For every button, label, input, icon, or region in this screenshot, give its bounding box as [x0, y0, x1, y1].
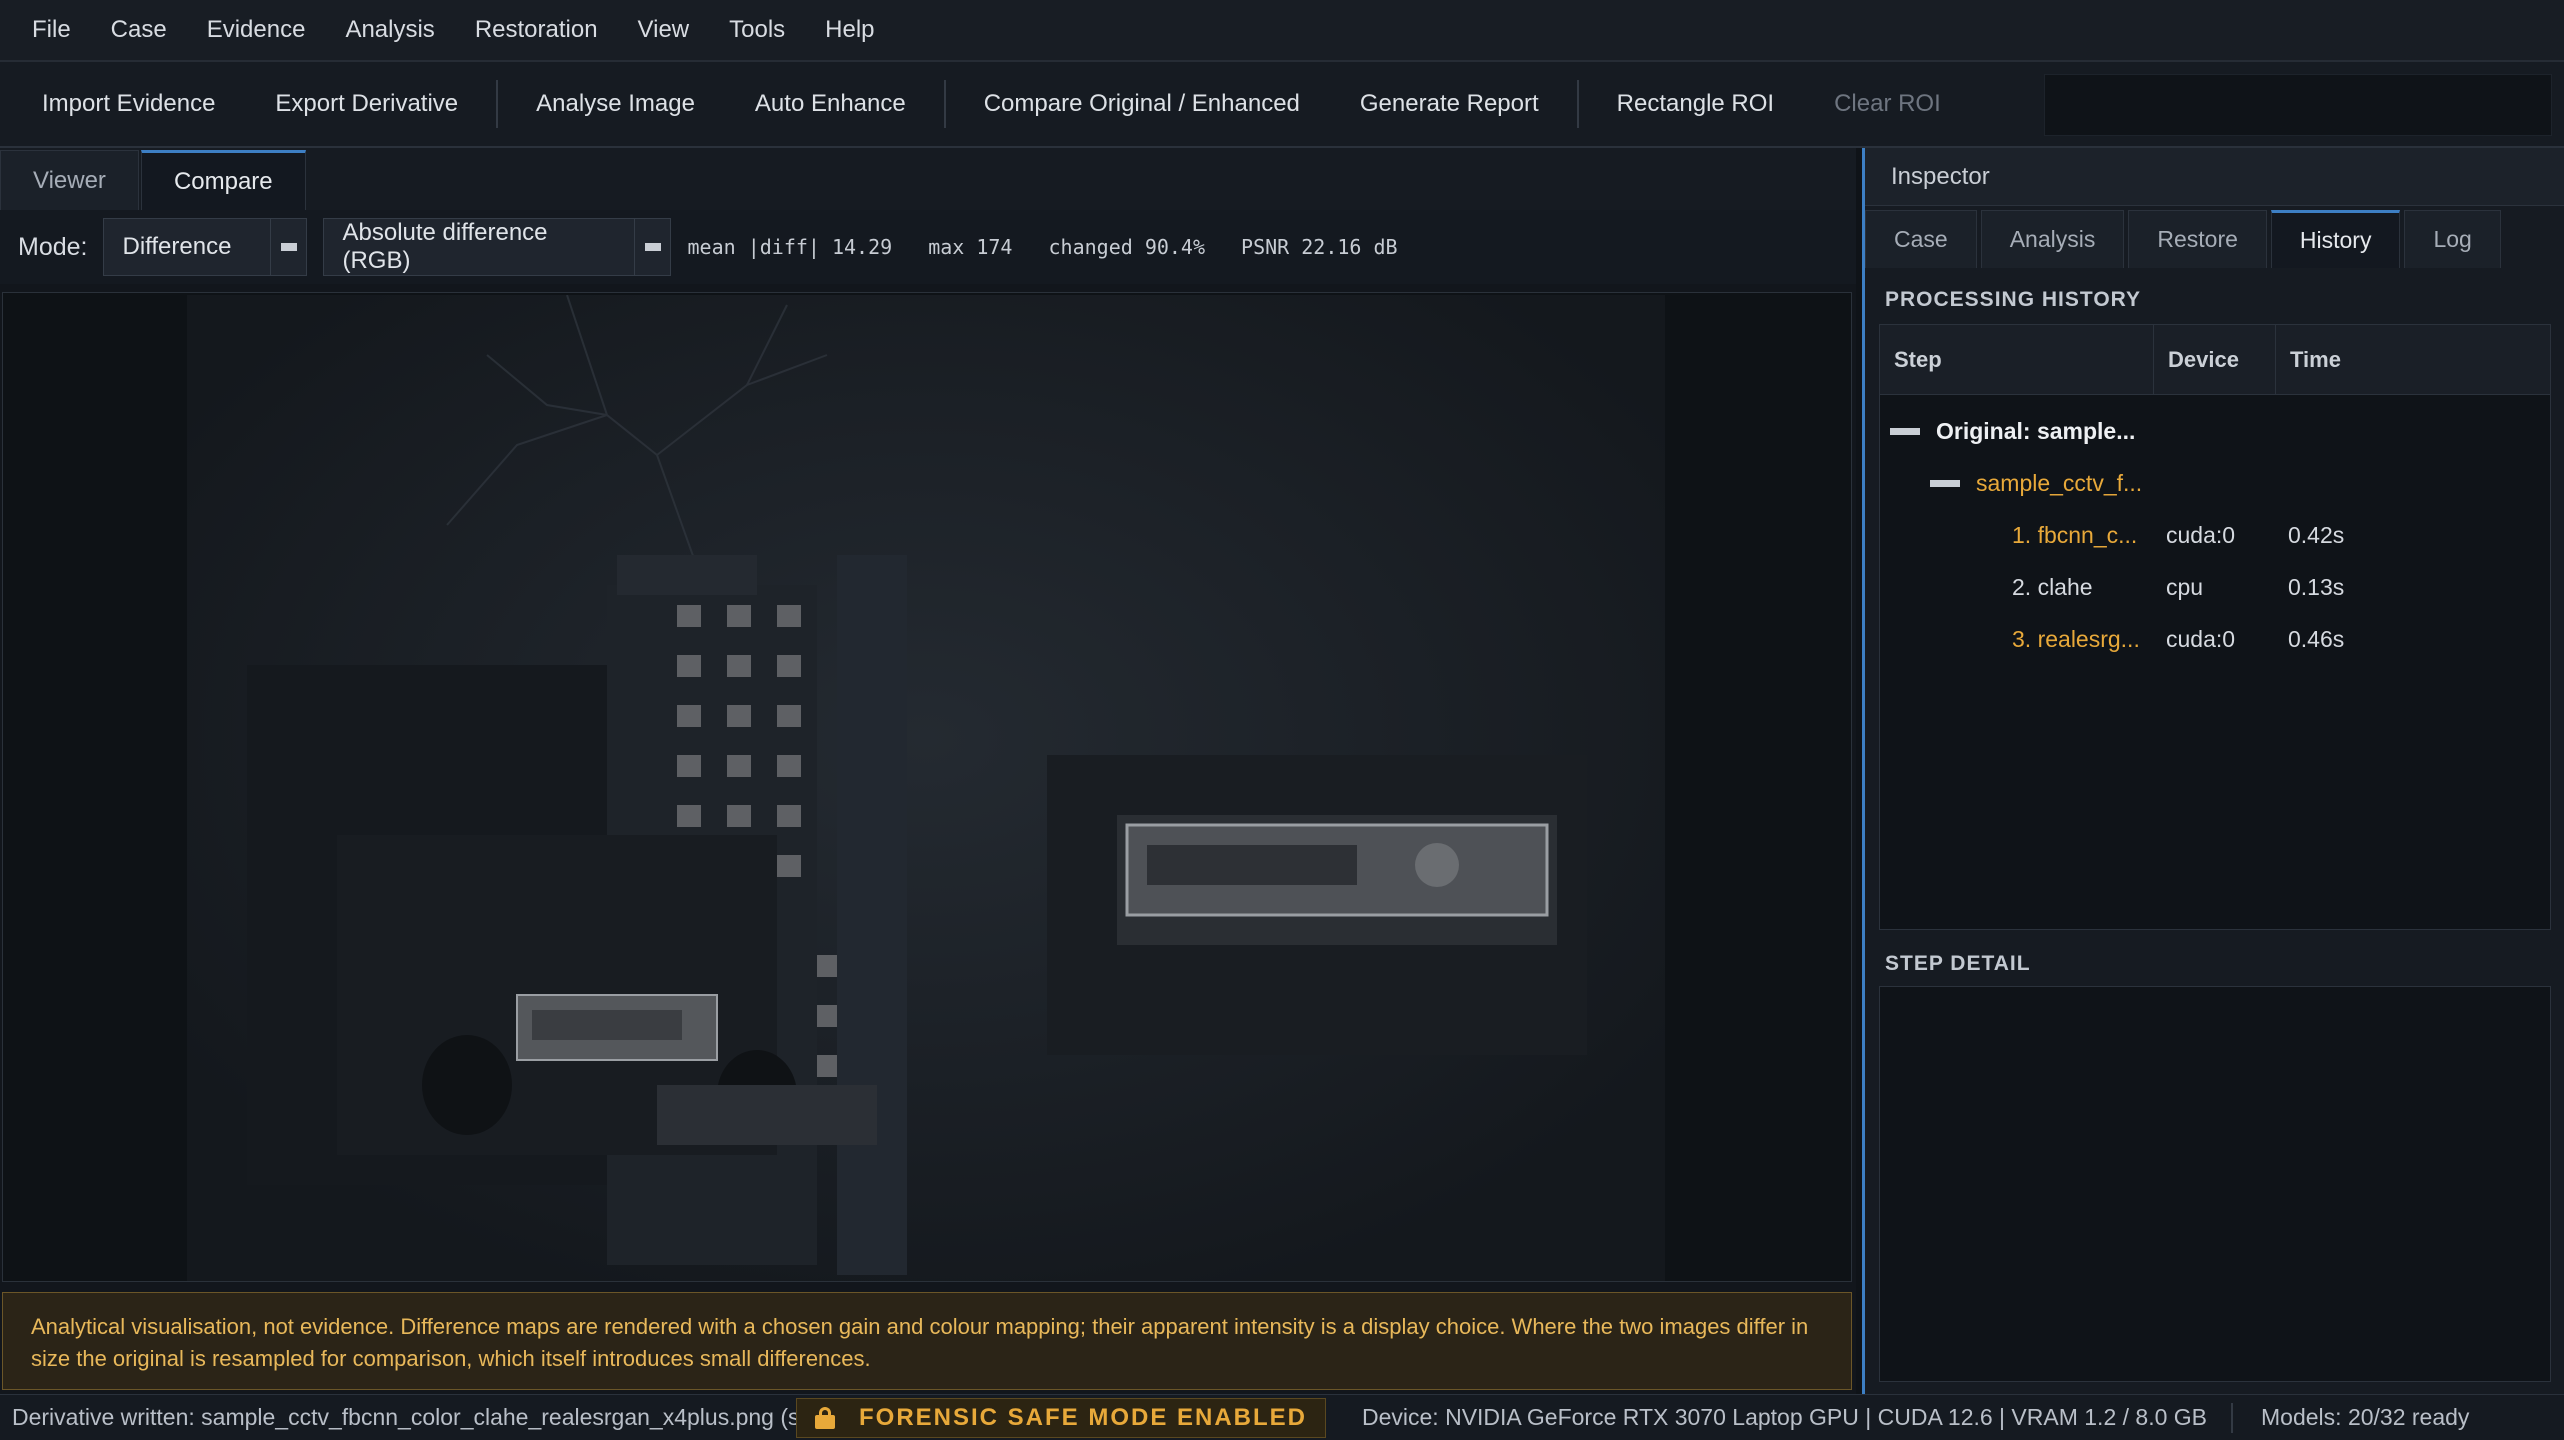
tab-log[interactable]: Log: [2404, 210, 2501, 268]
menu-restoration[interactable]: Restoration: [455, 0, 618, 61]
status-device: Device: NVIDIA GeForce RTX 3070 Laptop G…: [1362, 1404, 2208, 1430]
tab-analysis[interactable]: Analysis: [1980, 210, 2125, 268]
step-time: 0.46s: [2288, 625, 2345, 652]
export-derivative-button[interactable]: Export Derivative: [245, 61, 488, 147]
status-models: Models: 20/32 ready: [2261, 1404, 2470, 1430]
mode-select-value: Difference: [122, 233, 232, 260]
toolbar: Import Evidence Export Derivative Analys…: [0, 62, 2564, 148]
step-name: 3. realesrg...: [2012, 625, 2140, 652]
derivative-label: sample_cctv_f...: [1976, 469, 2143, 496]
forensic-safe-mode-badge: FORENSIC SAFE MODE ENABLED: [796, 1397, 1326, 1438]
tree-row-original[interactable]: Original: sample...: [1890, 405, 2540, 457]
step-time: 0.42s: [2288, 521, 2345, 548]
analyse-image-button[interactable]: Analyse Image: [506, 61, 725, 147]
inspector-title: Inspector: [1865, 148, 2564, 206]
history-tree[interactable]: Step Device Time Original: sample... sam…: [1879, 324, 2551, 930]
generate-report-button[interactable]: Generate Report: [1330, 61, 1569, 147]
menu-bar: File Case Evidence Analysis Restoration …: [0, 0, 2564, 62]
mode-label: Mode:: [18, 232, 88, 261]
tree-row-derivative[interactable]: sample_cctv_f...: [1930, 457, 2540, 509]
status-derivative-written: Derivative written: sample_cctv_fbcnn_co…: [12, 1404, 796, 1430]
inspector-panel: Inspector Case Analysis Restore History …: [1862, 148, 2564, 1394]
safe-mode-label: FORENSIC SAFE MODE ENABLED: [858, 1403, 1308, 1431]
difference-map-image: [187, 294, 1665, 1281]
status-bar: Derivative written: sample_cctv_fbcnn_co…: [0, 1394, 2564, 1440]
auto-enhance-button[interactable]: Auto Enhance: [725, 61, 936, 147]
menu-file[interactable]: File: [12, 0, 91, 61]
step-name: 2. clahe: [2012, 573, 2093, 600]
difference-map-graphic: [187, 294, 1665, 1281]
tree-row-step[interactable]: 2. clahe cpu 0.13s: [1880, 561, 2530, 613]
toolbar-separator: [1576, 80, 1579, 128]
tree-row-step[interactable]: 1. fbcnn_c... cuda:0 0.42s: [1880, 509, 2530, 561]
metric-psnr: PSNR 22.16 dB: [1241, 235, 1398, 259]
view-tabs: Viewer Compare: [0, 148, 1856, 210]
tab-case[interactable]: Case: [1865, 210, 1977, 268]
step-time: 0.13s: [2288, 573, 2345, 600]
menu-tools[interactable]: Tools: [709, 0, 805, 61]
column-time[interactable]: Time: [2276, 325, 2550, 394]
toolbar-separator: [943, 80, 946, 128]
inspector-tabs: Case Analysis Restore History Log: [1865, 206, 2564, 268]
collapse-icon[interactable]: [1890, 427, 1920, 435]
metric-mean: mean |diff| 14.29: [687, 235, 893, 259]
step-detail-panel: [1879, 986, 2551, 1382]
analytical-warning-banner: Analytical visualisation, not evidence. …: [2, 1292, 1852, 1390]
compare-controls: Mode: Difference Absolute difference (RG…: [0, 210, 1856, 284]
tab-restore[interactable]: Restore: [2128, 210, 2267, 268]
processing-history-title: PROCESSING HISTORY: [1885, 288, 2142, 311]
menu-case[interactable]: Case: [91, 0, 187, 61]
mode-select[interactable]: Difference: [103, 218, 308, 276]
image-viewport[interactable]: [2, 292, 1852, 1282]
tab-viewer[interactable]: Viewer: [0, 150, 139, 210]
tree-row-step[interactable]: 3. realesrg... cuda:0 0.46s: [1880, 613, 2530, 665]
lock-icon: [814, 1406, 835, 1429]
diff-type-select-value: Absolute difference (RGB): [342, 219, 548, 274]
metric-changed: changed 90.4%: [1048, 235, 1206, 259]
chevron-down-icon: [270, 218, 306, 276]
rectangle-roi-button[interactable]: Rectangle ROI: [1587, 61, 1804, 147]
step-detail-title: STEP DETAIL: [1885, 952, 2031, 975]
metric-max: max 174: [928, 235, 1013, 259]
column-step[interactable]: Step: [1880, 325, 2154, 394]
chevron-down-icon: [634, 218, 670, 276]
toolbar-empty-field: [2044, 74, 2552, 136]
toolbar-separator: [496, 80, 499, 128]
tab-compare[interactable]: Compare: [140, 150, 306, 210]
menu-evidence[interactable]: Evidence: [187, 0, 326, 61]
menu-help[interactable]: Help: [805, 0, 894, 61]
original-label: Original: sample...: [1936, 417, 2136, 444]
menu-view[interactable]: View: [618, 0, 710, 61]
history-header: Step Device Time: [1880, 325, 2550, 395]
step-name: 1. fbcnn_c...: [2012, 521, 2138, 548]
step-device: cuda:0: [2166, 625, 2236, 652]
step-device: cpu: [2166, 573, 2204, 600]
column-device[interactable]: Device: [2154, 325, 2276, 394]
clear-roi-button: Clear ROI: [1834, 90, 1941, 117]
collapse-icon[interactable]: [1930, 479, 1960, 487]
compare-button[interactable]: Compare Original / Enhanced: [954, 61, 1330, 147]
import-evidence-button[interactable]: Import Evidence: [12, 61, 245, 147]
menu-analysis[interactable]: Analysis: [325, 0, 454, 61]
tab-history[interactable]: History: [2270, 210, 2401, 268]
diff-type-select[interactable]: Absolute difference (RGB): [323, 218, 672, 276]
step-device: cuda:0: [2166, 521, 2236, 548]
